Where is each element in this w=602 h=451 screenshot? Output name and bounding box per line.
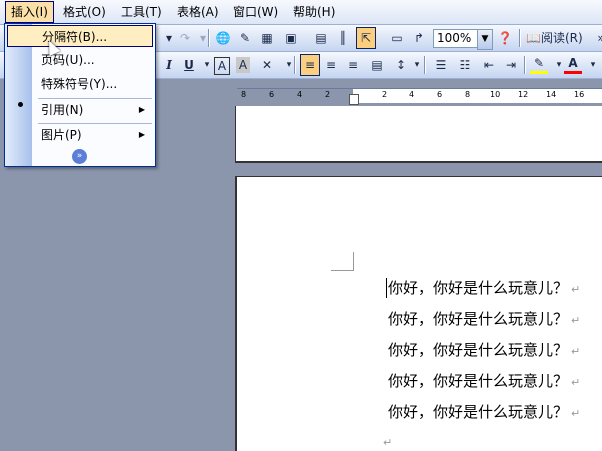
text-caret	[386, 278, 387, 298]
read-mode-button[interactable]: 📖阅读(R)	[524, 28, 585, 48]
char-border-button[interactable]: A	[214, 57, 230, 75]
char-scaling-icon[interactable]: ✕	[258, 55, 276, 75]
separator	[524, 56, 525, 74]
ruler-tick: 4	[409, 90, 415, 99]
redo-dropdown-icon[interactable]: ▾	[194, 28, 212, 48]
align-right-icon[interactable]: ≡	[344, 55, 362, 75]
help-icon[interactable]: ❓	[496, 28, 514, 48]
ruler-strip[interactable]: 8 6 4 2 2 4 6 8 10 12 14 16	[237, 88, 602, 103]
insert-table-icon[interactable]: ▦	[258, 28, 276, 48]
separator	[294, 56, 295, 74]
submenu-arrow-icon: ▶	[138, 130, 145, 139]
justify-icon[interactable]: ▤	[368, 55, 386, 75]
insert-excel-icon[interactable]: ▣	[282, 28, 300, 48]
numbering-icon[interactable]: ☰	[432, 55, 450, 75]
read-mode-label: 阅读(R)	[540, 31, 583, 45]
document-map-icon[interactable]: ⇱	[356, 27, 376, 49]
doc-line[interactable]: 你好，你好是什么玩意儿？ ↵	[388, 277, 580, 299]
doc-line[interactable]: 你好，你好是什么玩意儿？ ↵	[388, 401, 580, 423]
ruler-tick: 16	[574, 90, 585, 99]
menu-item-reference[interactable]: 引用(N) ▶	[33, 99, 153, 121]
ruler-tick: 4	[297, 90, 303, 99]
menu-table[interactable]: 表格(A)	[172, 2, 224, 22]
left-indent-marker[interactable]	[349, 94, 359, 105]
italic-button[interactable]: I	[160, 55, 178, 75]
menu-insert[interactable]: 插入(I)	[5, 1, 54, 23]
doc-line[interactable]: 你好，你好是什么玩意儿？ ↵	[388, 339, 580, 361]
expand-menu-icon[interactable]: »	[72, 149, 87, 164]
margin-corner-mark	[331, 252, 354, 271]
font-color-dropdown-icon[interactable]: ▾	[584, 55, 602, 75]
page-previous	[235, 106, 602, 163]
ruler-tick: 6	[269, 90, 275, 99]
menu-item-label: 图片(P)	[41, 128, 82, 142]
menu-format[interactable]: 格式(O)	[58, 2, 111, 22]
underline-button[interactable]: U	[180, 55, 198, 75]
ruler-tick: 8	[465, 90, 471, 99]
doc-line-text: 你好，你好是什么玩意儿？	[388, 279, 569, 297]
ruler-tick: 12	[518, 90, 529, 99]
paragraph-mark: ↵	[571, 376, 581, 389]
doc-line[interactable]: 你好，你好是什么玩意儿？ ↵	[388, 308, 580, 330]
paragraph-mark: ↵	[571, 407, 581, 420]
menu-item-label: 引用(N)	[41, 103, 84, 117]
paragraph-mark: ↵	[383, 436, 393, 449]
paragraph-mark-icon[interactable]: ↱	[410, 28, 428, 48]
decrease-indent-icon[interactable]: ⇤	[480, 55, 498, 75]
ruler-tick: 8	[241, 90, 247, 99]
menu-window[interactable]: 窗口(W)	[228, 2, 283, 22]
separator	[519, 29, 520, 47]
align-center-icon[interactable]: ≡	[322, 55, 340, 75]
menu-item-special-symbol[interactable]: 特殊符号(Y)...	[33, 73, 153, 95]
ruler-tick: 14	[546, 90, 557, 99]
paragraph-mark: ↵	[571, 314, 581, 327]
doc-line-text: 你好，你好是什么玩意儿？	[388, 403, 569, 421]
separator	[424, 56, 425, 74]
special-symbol-icon	[18, 102, 23, 107]
paragraph-mark: ↵	[571, 283, 581, 296]
doc-line-text: 你好，你好是什么玩意儿？	[388, 310, 569, 328]
char-shading-button[interactable]: A	[236, 57, 250, 73]
highlight-icon[interactable]: ✎	[530, 55, 548, 74]
menu-help[interactable]: 帮助(H)	[288, 2, 340, 22]
insert-menu-dropdown: 分隔符(B)... 页码(U)... 特殊符号(Y)... 引用(N) ▶ 图片(…	[4, 23, 156, 167]
ruler-inactive-area	[237, 89, 353, 103]
separator	[208, 29, 209, 47]
doc-line-text: 你好，你好是什么玩意儿？	[388, 372, 569, 390]
bullets-icon[interactable]: ☷	[456, 55, 474, 75]
paragraph-mark: ↵	[571, 345, 581, 358]
show-hide-icon[interactable]: ▭	[388, 28, 406, 48]
toolbar-options-icon[interactable]: »	[592, 28, 602, 48]
doc-line-text: 你好，你好是什么玩意儿？	[388, 341, 569, 359]
ruler-tick: 2	[382, 90, 388, 99]
tables-borders-icon[interactable]: ✎	[236, 28, 254, 48]
drawing-icon[interactable]: ║	[334, 28, 352, 48]
redo-icon[interactable]: ↷	[176, 28, 194, 48]
zoom-dropdown-icon[interactable]: ▼	[477, 29, 493, 50]
menu-bar: 插入(I) 格式(O) 工具(T) 表格(A) 窗口(W) 帮助(H)	[0, 0, 602, 25]
char-scaling-dropdown-icon[interactable]: ▾	[280, 55, 298, 75]
ruler-tick: 2	[325, 90, 331, 99]
menu-item-break[interactable]: 分隔符(B)...	[7, 25, 153, 47]
book-icon: 📖	[526, 31, 541, 45]
menu-tools[interactable]: 工具(T)	[116, 2, 167, 22]
menu-item-picture[interactable]: 图片(P) ▶	[33, 124, 153, 146]
font-color-icon[interactable]: A	[564, 55, 582, 74]
columns-icon[interactable]: ▤	[312, 28, 330, 48]
align-left-icon[interactable]: ≡	[300, 54, 320, 76]
submenu-arrow-icon: ▶	[138, 105, 145, 114]
increase-indent-icon[interactable]: ⇥	[502, 55, 520, 75]
ruler-tick: 10	[490, 90, 501, 99]
doc-line[interactable]: 你好，你好是什么玩意儿？ ↵	[388, 370, 580, 392]
hyperlink-icon[interactable]: 🌐	[214, 28, 232, 48]
ruler-tick: 6	[437, 90, 443, 99]
